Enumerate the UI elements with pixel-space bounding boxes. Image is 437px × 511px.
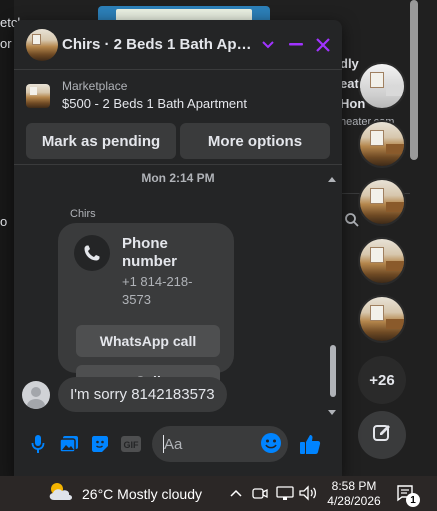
conversation-title[interactable]: Chirs · 2 Beds 1 Bath Apart… [62, 36, 253, 53]
chat-head-avatar[interactable] [358, 237, 406, 285]
svg-text:GIF: GIF [123, 440, 139, 450]
phone-number: +1 814-218-3573 [122, 274, 193, 307]
listing-thumbnail [26, 83, 50, 108]
microphone-icon[interactable] [22, 429, 53, 459]
search-icon[interactable] [344, 212, 360, 232]
network-icon[interactable] [276, 484, 294, 507]
chat-head-avatar[interactable] [358, 120, 406, 168]
more-options-button[interactable]: More options [180, 123, 330, 159]
close-icon[interactable] [310, 32, 336, 58]
listing-title: $500 - 2 Beds 1 Bath Apartment [62, 96, 248, 111]
clock-date: 4/28/2026 [327, 494, 381, 508]
more-chats-button[interactable]: +26 [358, 356, 406, 404]
scroll-up-arrow-icon[interactable] [328, 169, 336, 187]
listing-summary[interactable]: Marketplace $500 - 2 Beds 1 Bath Apartme… [14, 74, 342, 117]
sender-name: Chirs [70, 208, 96, 220]
compose-icon [371, 422, 393, 449]
text-caret [163, 435, 164, 453]
weather-text: 26°C Mostly cloudy [82, 485, 202, 502]
emoji-icon[interactable] [260, 432, 282, 459]
background-left-column [0, 0, 14, 476]
clock-time: 8:58 PM [331, 479, 377, 493]
weather-widget[interactable]: 26°C Mostly cloudy [46, 476, 202, 511]
meet-now-icon[interactable] [252, 484, 268, 507]
chat-header: Chirs · 2 Beds 1 Bath Apart… [14, 20, 342, 70]
thumbs-up-icon[interactable] [294, 429, 325, 459]
mark-as-pending-button[interactable]: Mark as pending [26, 123, 176, 159]
sticker-icon[interactable] [84, 429, 115, 459]
message-row: I'm sorry 8142183573 [22, 377, 227, 412]
chevron-down-icon[interactable] [255, 32, 281, 58]
scroll-down-arrow-icon[interactable] [328, 403, 336, 421]
message-timestamp: Mon 2:14 PM [141, 171, 215, 185]
minimize-icon[interactable] [283, 32, 309, 58]
chat-head-avatar[interactable] [358, 62, 406, 110]
volume-icon[interactable] [298, 484, 318, 507]
background-text-fragment: dly [340, 56, 359, 71]
phone-card-title: Phone number [122, 235, 178, 270]
notification-badge: 1 [406, 493, 420, 507]
page-scrollbar[interactable] [410, 0, 418, 160]
message-scrollbar[interactable] [330, 345, 336, 397]
chat-window: Chirs · 2 Beds 1 Bath Apart… Marketplace… [14, 20, 342, 476]
message-composer: GIF [14, 420, 342, 468]
listing-actions: Mark as pending More options [14, 123, 342, 159]
user-avatar [22, 380, 50, 409]
message-input-box[interactable] [152, 426, 288, 462]
chat-head-avatar[interactable] [358, 295, 406, 343]
new-message-button[interactable] [358, 411, 406, 459]
whatsapp-call-button[interactable]: WhatsApp call [76, 325, 220, 357]
conversation-avatar[interactable] [26, 28, 58, 61]
message-bubble[interactable]: I'm sorry 8142183573 [58, 377, 227, 412]
cloudy-weather-icon [46, 480, 74, 507]
phone-icon [74, 235, 110, 271]
message-input[interactable] [164, 435, 254, 453]
gif-icon[interactable]: GIF [115, 429, 146, 459]
clock[interactable]: 8:58 PM 4/28/2026 [325, 479, 383, 509]
chat-head-avatar[interactable] [358, 178, 406, 226]
taskbar: 26°C Mostly cloudy 8:58 PM 4/28/2026 1 [0, 476, 437, 511]
chevron-up-icon[interactable] [230, 484, 242, 507]
phone-number-card: Phone number +1 814-218-3573 WhatsApp ca… [58, 223, 234, 397]
message-thread: Mon 2:14 PM Chirs Phone number +1 814-21… [14, 164, 342, 415]
listing-source: Marketplace [62, 79, 128, 93]
photo-icon[interactable] [53, 429, 84, 459]
